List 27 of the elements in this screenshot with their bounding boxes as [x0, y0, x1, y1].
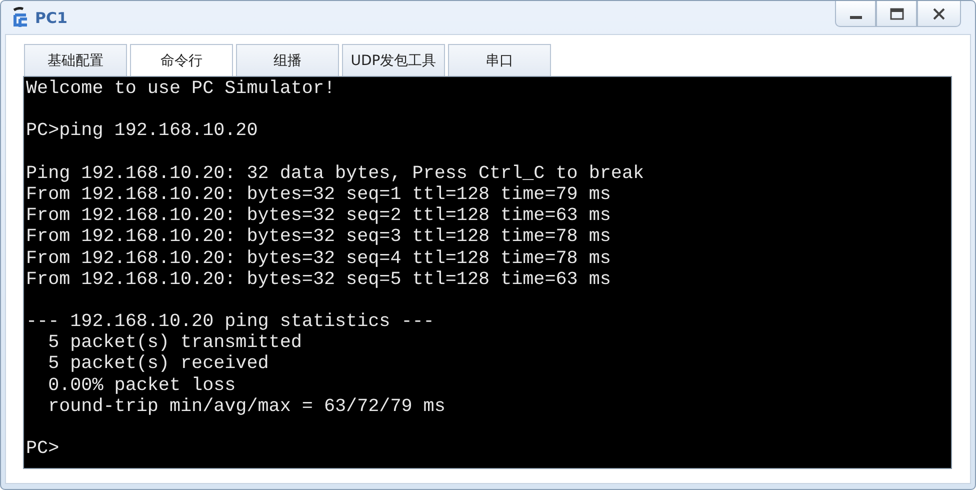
console-line: PC> [26, 438, 60, 460]
maximize-button[interactable] [876, 1, 917, 27]
console-line: From 192.168.10.20: bytes=32 seq=2 ttl=128 time=63 ms [26, 205, 611, 226]
terminal-console[interactable] [23, 76, 952, 469]
console-line: round-trip min/avg/max = 63/72/79 ms [47, 396, 446, 417]
console-line: 0.00% packet loss [47, 374, 236, 396]
minimize-icon [850, 16, 862, 19]
console-line: --- 192.168.10.20 ping statistics --- [26, 311, 434, 332]
tab[interactable]: 串口 [448, 44, 551, 76]
console-line: From 192.168.10.20: bytes=32 seq=4 ttl=128 time=78 ms [26, 248, 611, 269]
close-button[interactable] [917, 1, 961, 27]
console-line: From 192.168.10.20: bytes=32 seq=1 ttl=128 time=79 ms [26, 184, 611, 206]
minimize-button[interactable] [835, 1, 876, 27]
tab[interactable]: 命令行 [130, 44, 233, 76]
console-line: 5 packet(s) transmitted [47, 332, 302, 354]
tab[interactable]: 基础配置 [24, 44, 127, 76]
tab[interactable]: UDP发包工具 [342, 44, 445, 76]
console-line: 5 packet(s) received [47, 353, 269, 375]
tab[interactable]: 组播 [236, 44, 339, 76]
console-line: Welcome to use PC Simulator! [26, 78, 336, 100]
console-line: From 192.168.10.20: bytes=32 seq=5 ttl=128 time=63 ms [26, 268, 611, 290]
console-line: Ping 192.168.10.20: 32 data bytes, Press Ctrl_C to break [26, 162, 644, 184]
maximize-icon [890, 8, 904, 20]
console-line: From 192.168.10.20: bytes=32 seq=3 ttl=128 time=78 ms [26, 226, 611, 248]
window-title: PC1 [35, 8, 68, 26]
console-line: PC>ping 192.168.10.20 [26, 120, 258, 142]
close-icon [933, 8, 945, 20]
